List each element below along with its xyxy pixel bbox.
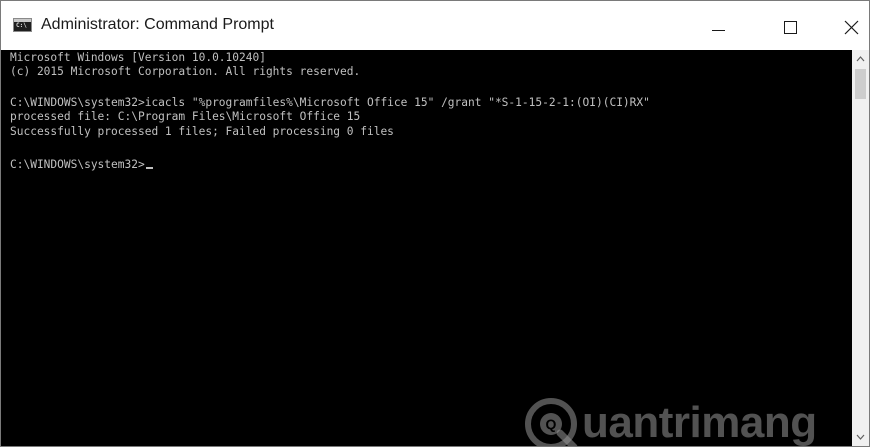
app-icon-glyph-text: C:\ xyxy=(16,22,27,29)
console-line-copyright: (c) 2015 Microsoft Corporation. All righ… xyxy=(10,65,361,78)
close-icon xyxy=(844,20,859,35)
maximize-button[interactable] xyxy=(753,1,811,50)
scroll-down-arrow-icon xyxy=(856,434,865,440)
window-title: Administrator: Command Prompt xyxy=(41,16,274,33)
watermark: Q uantrimang xyxy=(524,395,834,446)
svg-text:Q: Q xyxy=(546,416,557,432)
console-line-processed-file: processed file: C:\Program Files\Microso… xyxy=(10,110,361,123)
minimize-icon xyxy=(712,30,725,31)
minimize-button[interactable] xyxy=(689,1,747,50)
vertical-scrollbar[interactable] xyxy=(852,50,869,446)
console-line-version: Microsoft Windows [Version 10.0.10240] xyxy=(10,51,266,64)
scroll-up-button[interactable] xyxy=(852,50,869,67)
maximize-icon xyxy=(784,21,797,34)
console-line-icacls-command: C:\WINDOWS\system32>icacls "%programfile… xyxy=(10,96,650,109)
text-cursor xyxy=(145,167,153,169)
console-line-summary: Successfully processed 1 files; Failed p… xyxy=(10,125,394,138)
scroll-thumb[interactable] xyxy=(855,69,866,99)
console-prompt-text: C:\WINDOWS\system32> xyxy=(10,158,145,171)
scroll-down-button[interactable] xyxy=(852,429,869,446)
console-output-area[interactable]: Microsoft Windows [Version 10.0.10240] (… xyxy=(1,50,852,446)
title-bar[interactable]: C:\ Administrator: Command Prompt xyxy=(1,1,869,50)
command-prompt-app-icon[interactable]: C:\ xyxy=(13,18,32,32)
close-button[interactable] xyxy=(811,1,869,50)
scroll-up-arrow-icon xyxy=(856,56,865,62)
watermark-logo-icon: Q xyxy=(525,398,578,446)
console-prompt-line[interactable]: C:\WINDOWS\system32> xyxy=(10,158,153,172)
watermark-text: uantrimang xyxy=(582,398,817,446)
command-prompt-window: C:\ Administrator: Command Prompt Micros… xyxy=(0,0,870,447)
